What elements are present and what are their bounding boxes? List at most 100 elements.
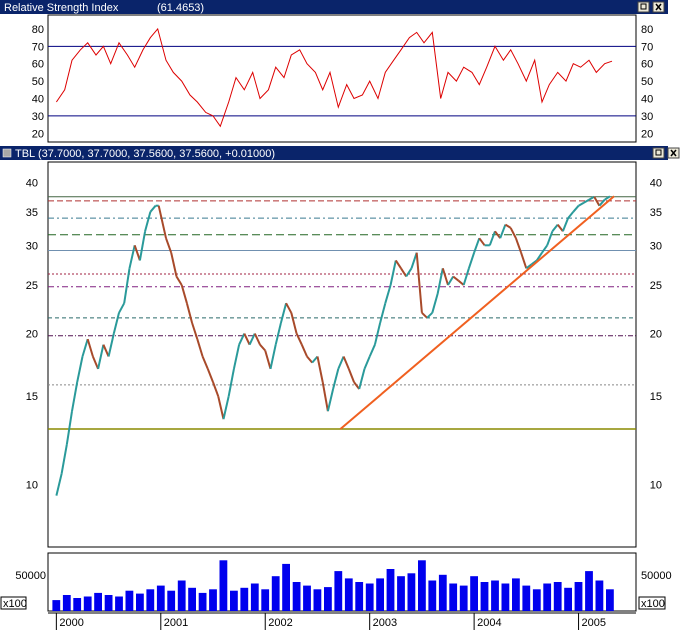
price-y-tick-right: 30 — [650, 240, 662, 252]
volume-bar — [574, 582, 583, 611]
volume-bar — [94, 592, 102, 611]
volume-bar — [303, 585, 311, 611]
volume-bar — [219, 560, 228, 612]
volume-bar — [449, 583, 458, 611]
rsi-y-tick-left: 20 — [32, 128, 44, 140]
x-tick-label: 2003 — [373, 617, 397, 629]
volume-bar — [480, 582, 489, 611]
volume-bar — [418, 560, 426, 612]
price-y-tick-right: 15 — [650, 391, 662, 403]
volume-multiplier-right: x100 — [641, 598, 665, 610]
volume-bar — [313, 589, 322, 612]
x-tick-label: 2001 — [164, 617, 188, 629]
rsi-y-tick-right: 60 — [641, 59, 653, 71]
volume-bar — [156, 585, 165, 611]
volume-bar — [386, 569, 395, 611]
volume-bar — [543, 583, 552, 611]
volume-bar — [522, 585, 531, 611]
volume-bar — [491, 580, 499, 611]
volume-bar — [344, 578, 353, 611]
rsi-title: Relative Strength Index — [4, 2, 119, 14]
rsi-plot-area — [47, 14, 637, 143]
volume-bar — [188, 587, 196, 611]
volume-bar — [407, 573, 416, 611]
price-y-tick-left: 20 — [26, 329, 38, 341]
price-y-tick-left: 25 — [26, 280, 38, 292]
volume-bar — [115, 596, 123, 611]
price-y-tick-right: 25 — [650, 280, 662, 292]
volume-bar — [209, 589, 217, 612]
volume-bar — [146, 589, 155, 612]
rsi-y-tick-right: 50 — [641, 76, 653, 88]
price-y-tick-right: 40 — [650, 178, 662, 190]
price-y-tick-right: 20 — [650, 329, 662, 341]
volume-bar — [167, 590, 176, 611]
rsi-y-tick-right: 30 — [641, 111, 653, 123]
rsi-y-tick-left: 50 — [32, 76, 44, 88]
restore-icon[interactable] — [652, 147, 665, 159]
price-values: (37.7000, 37.7000, 37.5600, 37.5600, +0.… — [38, 148, 275, 160]
volume-bar — [83, 596, 92, 611]
price-y-tick-left: 30 — [26, 240, 38, 252]
rsi-y-tick-left: 40 — [32, 94, 44, 106]
x-tick-label: 2002 — [268, 617, 292, 629]
volume-bar — [585, 571, 593, 611]
rsi-y-tick-left: 80 — [32, 24, 44, 36]
price-y-tick-right: 10 — [650, 479, 662, 491]
rsi-y-tick-right: 20 — [641, 128, 653, 140]
volume-y-tick-left: 50000 — [15, 570, 46, 582]
volume-bar — [334, 571, 343, 611]
volume-bar — [365, 583, 374, 611]
volume-panel: 50000 50000 x100 x100 — [0, 552, 672, 612]
rsi-panel: Relative Strength Index (61.4653) 20 20 30… — [0, 0, 668, 143]
price-y-tick-left: 10 — [26, 479, 38, 491]
price-y-tick-right: 35 — [650, 207, 662, 219]
volume-multiplier-left: x100 — [3, 598, 27, 610]
restore-icon[interactable] — [637, 1, 650, 13]
volume-bar — [595, 580, 604, 611]
x-tick-label: 2005 — [582, 617, 606, 629]
x-axis: 2000 2001 2002 2003 2004 2005 — [48, 612, 636, 630]
rsi-y-tick-right: 70 — [641, 41, 653, 53]
volume-bar — [104, 595, 113, 611]
volume-bar — [230, 590, 238, 611]
rsi-y-tick-right: 40 — [641, 94, 653, 106]
volume-bar — [553, 582, 562, 611]
x-tick-label: 2000 — [59, 617, 83, 629]
volume-bar — [532, 589, 541, 612]
volume-bar — [512, 578, 520, 611]
volume-bar — [428, 580, 437, 611]
volume-bar — [355, 582, 364, 611]
volume-bar — [62, 595, 71, 611]
volume-bar — [282, 563, 290, 611]
rsi-value: (61.4653) — [157, 2, 204, 14]
close-icon[interactable] — [652, 1, 665, 13]
close-icon[interactable] — [667, 147, 680, 159]
price-plot-area — [47, 161, 637, 548]
rsi-y-tick-right: 80 — [641, 24, 653, 36]
rsi-y-tick-left: 60 — [32, 59, 44, 71]
volume-bar — [459, 585, 468, 611]
x-tick-label: 2004 — [477, 617, 501, 629]
volume-bar — [125, 590, 134, 611]
rsi-y-tick-left: 30 — [32, 111, 44, 123]
volume-bar — [501, 583, 510, 611]
volume-bar — [438, 574, 447, 612]
volume-bar — [376, 578, 384, 611]
volume-y-tick-right: 50000 — [641, 570, 672, 582]
volume-bar — [261, 589, 270, 612]
price-y-tick-left: 15 — [26, 391, 38, 403]
volume-bar — [271, 576, 280, 611]
price-title: TBL — [15, 148, 35, 160]
volume-bar — [240, 587, 249, 611]
stock-chart: Relative Strength Index (61.4653) 20 20 30… — [0, 0, 680, 630]
volume-bar — [136, 593, 144, 611]
volume-bar — [177, 580, 186, 611]
volume-bar — [470, 576, 478, 611]
rsi-y-tick-left: 70 — [32, 41, 44, 53]
price-y-tick-left: 40 — [26, 178, 38, 190]
volume-bar — [198, 592, 207, 611]
volume-bar — [52, 600, 61, 611]
volume-bar — [397, 576, 405, 611]
chart-type-icon — [2, 148, 12, 158]
